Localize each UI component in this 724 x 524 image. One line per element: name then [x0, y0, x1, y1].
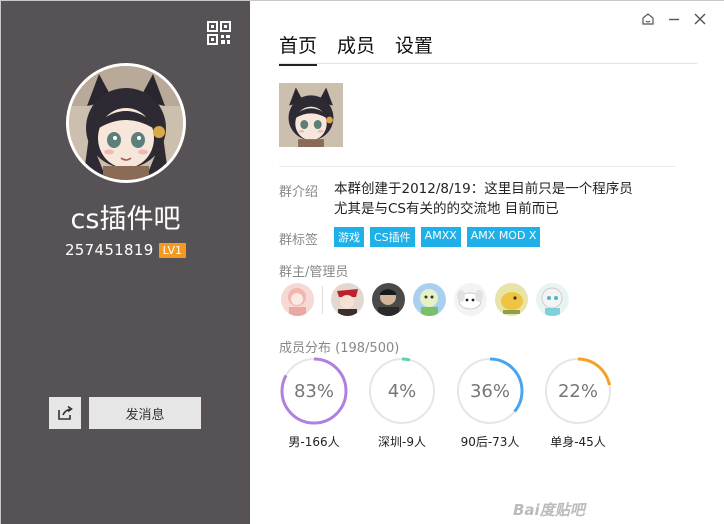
tab-bar: 首页 成员 设置	[279, 31, 433, 66]
intro-line-1: 本群创建于2012/8/19：这里目前只是一个程序员	[334, 181, 633, 197]
send-message-button[interactable]: 发消息	[89, 397, 201, 429]
stat-label: 90后-73人	[460, 435, 520, 449]
stat-ring: 22%	[544, 357, 612, 425]
stat-value: 36%	[469, 380, 510, 402]
members-label: 成员分布 (198/500)	[279, 337, 399, 356]
admin-avatar[interactable]	[536, 283, 569, 316]
tag-item[interactable]: 游戏	[334, 227, 364, 247]
group-avatar[interactable]	[66, 63, 186, 183]
stat-label: 男-166人	[288, 435, 340, 449]
members-label-text: 成员分布	[279, 341, 332, 356]
close-icon[interactable]	[693, 11, 707, 25]
group-name: cs插件吧	[70, 204, 181, 235]
stat-age[interactable]: 36% 90后-73人	[456, 357, 524, 450]
stat-label: 深圳-9人	[378, 435, 426, 449]
member-distribution: 83% 男-166人 4% 深圳-9人 36% 90后-73人 22% 单身-4…	[280, 357, 612, 450]
admins-label: 群主/管理员	[279, 265, 349, 280]
tab-settings[interactable]: 设置	[395, 31, 433, 66]
intro-label: 群介绍	[279, 185, 319, 200]
qr-code-icon[interactable]	[207, 21, 231, 45]
stat-value: 83%	[293, 380, 334, 402]
stat-label: 单身-45人	[550, 435, 606, 449]
tags-label: 群标签	[279, 233, 319, 248]
minimize-icon[interactable]	[667, 11, 681, 25]
tab-members[interactable]: 成员	[337, 31, 375, 66]
owner-divider	[322, 285, 323, 314]
group-id-row: 257451819 LV1	[1, 241, 250, 259]
intro-text: 本群创建于2012/8/19：这里目前只是一个程序员 尤其是与CS有关的的交流地…	[334, 179, 684, 219]
stat-single[interactable]: 22% 单身-45人	[544, 357, 612, 450]
stat-value: 4%	[387, 380, 417, 402]
group-profile-window: cs插件吧 257451819 LV1 发消息 首页 成员 设置 群介绍 本群创…	[0, 0, 724, 524]
stat-ring: 83%	[280, 357, 348, 425]
stat-gender[interactable]: 83% 男-166人	[280, 357, 348, 450]
tag-item[interactable]: AMX MOD X	[466, 227, 541, 247]
admin-avatar-list	[281, 283, 577, 316]
tag-list: 游戏 CS插件 AMXX AMX MOD X	[334, 227, 541, 247]
divider	[279, 166, 676, 167]
intro-line-2: 尤其是与CS有关的的交流地 目前而已	[334, 201, 559, 217]
admin-avatar[interactable]	[495, 283, 528, 316]
members-count: (198/500)	[335, 341, 400, 356]
watermark: Bai度贴吧	[513, 501, 585, 519]
stat-value: 22%	[557, 380, 598, 402]
share-button[interactable]	[49, 397, 81, 429]
tag-item[interactable]: AMXX	[420, 227, 461, 247]
stat-ring: 36%	[456, 357, 524, 425]
admin-avatar[interactable]	[413, 283, 446, 316]
admin-avatar[interactable]	[331, 283, 364, 316]
skin-icon[interactable]	[641, 11, 655, 25]
left-panel: cs插件吧 257451819 LV1 发消息	[1, 1, 250, 524]
share-icon	[58, 405, 73, 420]
admin-avatar[interactable]	[372, 283, 405, 316]
tab-home[interactable]: 首页	[279, 31, 318, 66]
group-photo-thumbnail[interactable]	[279, 83, 343, 147]
level-badge: LV1	[158, 242, 187, 258]
stat-ring: 4%	[368, 357, 436, 425]
admin-avatar[interactable]	[454, 283, 487, 316]
owner-avatar[interactable]	[281, 283, 314, 316]
group-id: 257451819	[64, 241, 154, 259]
tag-item[interactable]: CS插件	[370, 227, 415, 247]
tab-divider	[279, 63, 697, 64]
stat-location[interactable]: 4% 深圳-9人	[368, 357, 436, 450]
